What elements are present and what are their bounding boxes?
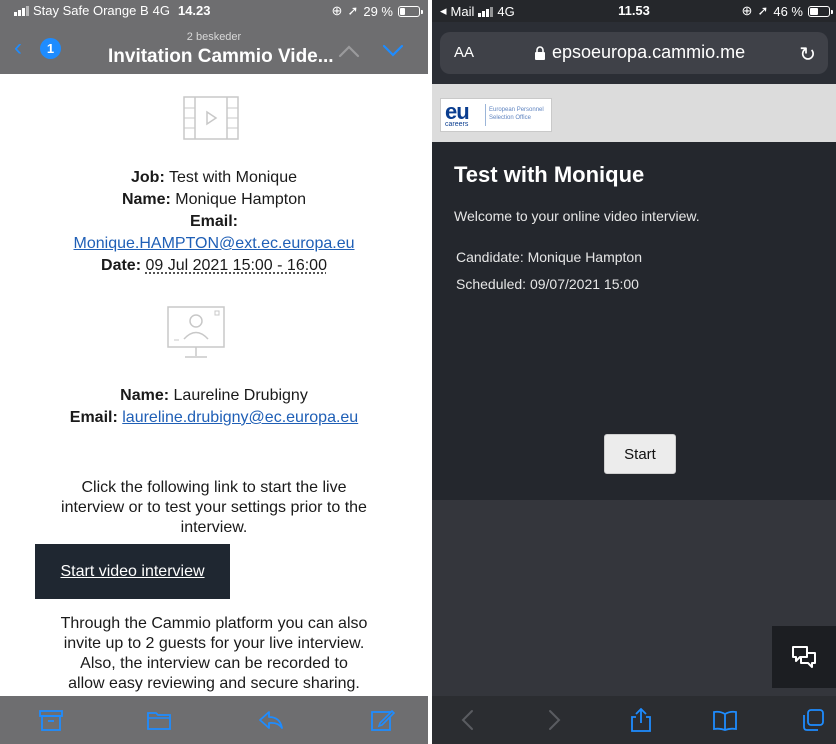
forward-icon[interactable]: [540, 708, 566, 732]
job-label: Job:: [131, 169, 165, 186]
guest-name-line: Name: Laureline Drubigny: [0, 386, 428, 406]
email-line: Monique.HAMPTON@ext.ec.europa.eu: [0, 234, 428, 254]
logo-office-text: European Personnel Selection Office: [489, 106, 544, 122]
start-button[interactable]: Start: [604, 434, 676, 474]
logo-office-line: European Personnel: [489, 107, 544, 113]
compose-icon[interactable]: [370, 708, 396, 732]
job-value: Test with Monique: [168, 169, 297, 186]
carrier-name: Stay Safe Orange B: [33, 3, 149, 18]
address-bar[interactable]: AA epsoeuropa.cammio.me ↻: [440, 32, 828, 74]
page-footer-area: [432, 500, 836, 696]
platform-info-line: Also, the interview can be recorded to: [80, 655, 348, 672]
thread-title: Invitation Cammio Vide...: [108, 46, 334, 67]
platform-info-line: invite up to 2 guests for your live inte…: [63, 635, 365, 652]
monitor-person-icon: [167, 306, 225, 358]
job-line: Job: Test with Monique: [0, 168, 428, 188]
location-icon: ➚: [757, 3, 769, 18]
candidate-text: Candidate: Monique Hampton: [456, 249, 643, 265]
welcome-text: Welcome to your online video interview.: [454, 208, 700, 224]
guest-name-label: Name:: [120, 387, 170, 404]
archive-icon[interactable]: [38, 708, 64, 732]
email-link[interactable]: Monique.HAMPTON@ext.ec.europa.eu: [74, 235, 355, 252]
email-label: Email:: [189, 213, 238, 230]
status-bar: Stay Safe Orange B 4G 14.23 ⊕ ➚ 29 %: [0, 0, 428, 22]
logo-careers-text: careers: [445, 121, 469, 128]
thread-count: 2 beskeder: [186, 31, 242, 43]
instructions-line: interview or to test your settings prior…: [61, 499, 367, 516]
start-video-interview-link[interactable]: Start video interview: [35, 544, 230, 599]
name-value: Monique Hampton: [175, 191, 307, 208]
platform-info-line: allow easy reviewing and secure sharing.: [68, 675, 360, 692]
name-label: Name:: [121, 191, 171, 208]
lock-rotation-icon: ⊕: [331, 3, 343, 18]
platform-info-text: Through the Cammio platform you can also…: [20, 614, 408, 694]
share-icon[interactable]: [628, 708, 654, 732]
guest-name-value: Laureline Drubigny: [173, 387, 308, 404]
back-icon[interactable]: [456, 708, 482, 732]
reply-icon[interactable]: [258, 708, 284, 732]
chat-button[interactable]: [772, 626, 836, 688]
instructions-line: Click the following link to start the li…: [81, 479, 347, 496]
bookmarks-icon[interactable]: [712, 708, 738, 732]
guest-email-line: Email: laureline.drubigny@ec.europa.eu: [0, 408, 428, 428]
scheduled-text: Scheduled: 09/07/2021 15:00: [456, 276, 639, 292]
guest-email-label: Email:: [69, 409, 118, 426]
name-line: Name: Monique Hampton: [0, 190, 428, 210]
site-header: eu careers European Personnel Selection O…: [432, 84, 836, 142]
lock-rotation-icon: ⊕: [741, 3, 753, 18]
mail-nav-bar: ‹ 1 2 beskeder Invitation Cammio Vide...: [0, 22, 428, 74]
eu-careers-logo[interactable]: eu careers European Personnel Selection O…: [440, 98, 552, 132]
previous-message-icon[interactable]: [338, 42, 360, 63]
text-size-button[interactable]: AA: [454, 44, 474, 61]
location-icon: ➚: [347, 3, 359, 18]
status-time: 14.23: [177, 3, 211, 18]
instructions-line: interview.: [180, 519, 248, 536]
date-label: Date:: [101, 257, 142, 274]
date-line: Date: 09 Jul 2021 15:00 - 16:00: [0, 256, 428, 276]
mail-app-panel: Stay Safe Orange B 4G 14.23 ⊕ ➚ 29 % ‹ 1…: [0, 0, 428, 744]
next-message-icon[interactable]: [382, 42, 404, 63]
network-type: 4G: [152, 3, 170, 18]
instructions-text: Click the following link to start the li…: [20, 478, 408, 538]
tabs-icon[interactable]: [800, 708, 826, 732]
guest-email-link[interactable]: laureline.drubigny@ec.europa.eu: [122, 409, 358, 426]
page-title: Test with Monique: [454, 162, 645, 187]
video-film-icon: [183, 96, 239, 140]
email-label-line: Email:: [0, 212, 428, 232]
battery-percent: 46 %: [773, 3, 803, 19]
battery-icon: [808, 5, 833, 17]
status-bar: ◂ Mail 4G 11.53 ⊕ ➚ 46 %: [432, 0, 836, 22]
logo-divider: [485, 104, 486, 126]
folder-icon[interactable]: [146, 708, 172, 732]
battery-icon: [398, 5, 423, 17]
email-body: Job: Test with Monique Name: Monique Ham…: [0, 74, 428, 696]
reload-icon[interactable]: ↻: [799, 42, 816, 67]
safari-panel: ◂ Mail 4G 11.53 ⊕ ➚ 46 % AA epsoeuropa.c…: [432, 0, 836, 744]
mail-toolbar: [0, 696, 428, 744]
lock-icon: [535, 46, 545, 60]
date-value[interactable]: 09 Jul 2021 15:00 - 16:00: [145, 257, 326, 274]
battery-percent: 29 %: [363, 3, 393, 19]
signal-icon: [14, 5, 29, 16]
chat-icon: [792, 646, 816, 668]
interview-card: Test with Monique Welcome to your online…: [432, 142, 836, 500]
platform-info-line: Through the Cammio platform you can also: [60, 615, 368, 632]
url-domain[interactable]: epsoeuropa.cammio.me: [552, 42, 745, 63]
safari-toolbar: [432, 696, 836, 744]
logo-office-line: Selection Office: [489, 115, 531, 121]
